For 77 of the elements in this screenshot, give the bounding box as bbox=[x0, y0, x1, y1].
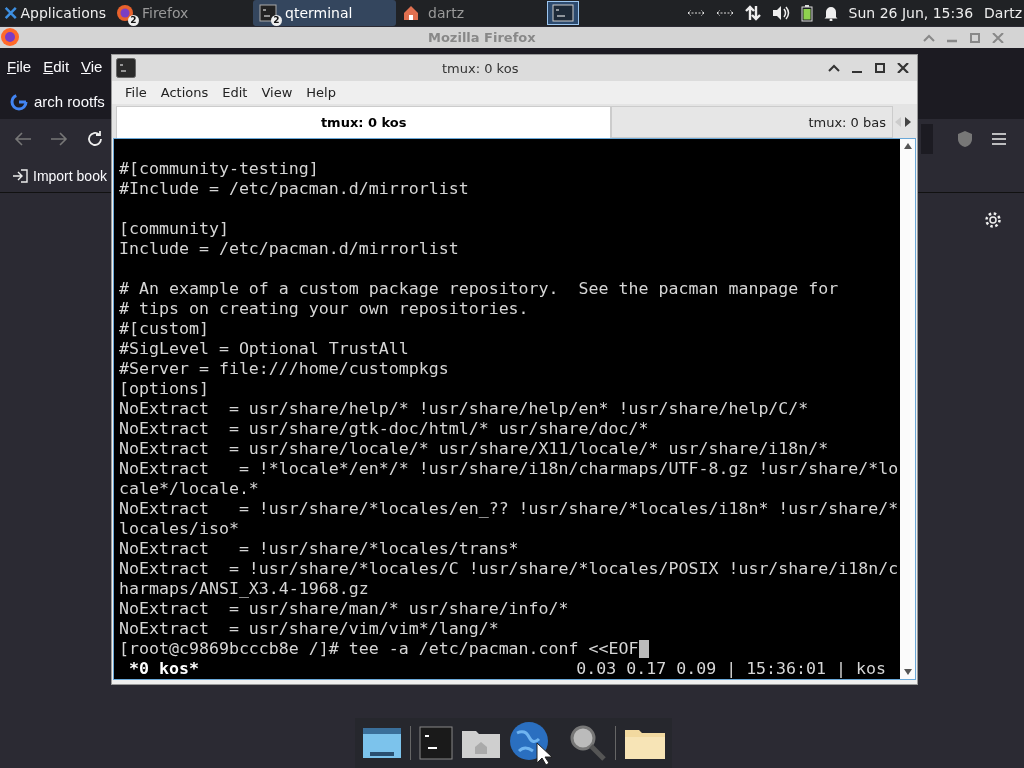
terminal-line: [options] bbox=[119, 379, 210, 399]
transfer-arrows-icon[interactable] bbox=[744, 5, 761, 21]
shade-icon[interactable] bbox=[828, 63, 840, 73]
terminal-line: NoExtract = !*locale*/en*/* !usr/share/i18n/charmaps/UTF-8.gz !usr/share/*lo bbox=[119, 459, 900, 479]
tmux-window-status: *0 kos* bbox=[128, 659, 199, 679]
terminal-line: #[community-testing] bbox=[119, 159, 320, 179]
terminal-line: NoExtract = usr/share/vim/vim*/lang/* bbox=[119, 619, 500, 639]
menu-item[interactable]: File bbox=[125, 85, 147, 100]
terminal-tab[interactable]: tmux: 0 bas bbox=[611, 106, 893, 138]
reload-icon[interactable] bbox=[86, 130, 104, 148]
terminal-line: cale*/locale.* bbox=[119, 479, 260, 499]
window-icon[interactable] bbox=[361, 726, 402, 760]
command-prompt: [root@c9869bcccb8e /]# tee -a /etc/pacman.conf <<EOF bbox=[119, 639, 639, 659]
window-title: Mozilla Firefox bbox=[428, 30, 536, 45]
maximize-icon[interactable] bbox=[874, 63, 886, 73]
terminal-icon bbox=[259, 4, 277, 22]
settings-icon[interactable] bbox=[984, 211, 1002, 229]
menu-item[interactable]: Actions bbox=[160, 85, 209, 100]
back-icon[interactable] bbox=[14, 131, 32, 147]
shield-icon[interactable] bbox=[957, 130, 973, 148]
browser-logo-icon bbox=[116, 4, 134, 22]
count-badge: 2 bbox=[271, 15, 282, 26]
terminal-icon bbox=[116, 58, 136, 78]
menu-item[interactable]: File bbox=[7, 57, 32, 75]
network-icon[interactable] bbox=[686, 7, 705, 19]
terminal-line: # An example of a custom package repository. See the pacman manpage for bbox=[119, 279, 840, 299]
terminal-line: NoExtract = usr/share/gtk-doc/html/* usr/share/doc/* bbox=[119, 419, 650, 439]
terminal-line: NoExtract = !usr/share/*locales/C !usr/share/*locales/POSIX !usr/share/i18n/c bbox=[119, 559, 900, 579]
terminal-line: # tips on creating your own repositories. bbox=[119, 299, 530, 319]
terminal-line: NoExtract = usr/share/locale/* usr/share/X11/locale/* usr/share/i18n/* bbox=[119, 439, 830, 459]
google-g-icon bbox=[10, 92, 28, 111]
volume-icon[interactable] bbox=[771, 5, 790, 21]
terminal-line: NoExtract = !usr/share/*locales/trans* bbox=[119, 539, 520, 559]
terminal-line: [community] bbox=[119, 219, 230, 239]
taskbar-button[interactable]: dartz bbox=[396, 0, 539, 26]
network-icon[interactable] bbox=[715, 7, 734, 19]
applications-menu[interactable]: Applications bbox=[0, 5, 110, 21]
close-icon[interactable] bbox=[897, 63, 909, 73]
notification-bell-icon[interactable] bbox=[823, 5, 838, 21]
browser-tab[interactable]: arch rootfs bbox=[10, 92, 105, 111]
menu-item[interactable]: Help bbox=[306, 85, 336, 100]
terminal-line: #Server = file:///home/custompkgs bbox=[119, 359, 450, 379]
magnifier-icon[interactable] bbox=[568, 724, 607, 762]
import-icon bbox=[12, 168, 28, 183]
forward-icon[interactable] bbox=[50, 131, 68, 147]
terminal-line: harmaps/ANSI_X3.4-1968.gz bbox=[119, 579, 370, 599]
x-logo-icon bbox=[4, 5, 18, 21]
user-name[interactable]: Dartz bbox=[984, 5, 1022, 21]
terminal-line: Include = /etc/pacman.d/mirrorlist bbox=[119, 239, 460, 259]
workspace-button[interactable] bbox=[547, 1, 579, 25]
tmux-status-info: 0.03 0.17 0.09 | 15:36:01 | kos bbox=[576, 659, 886, 679]
menu-item[interactable]: Vie bbox=[81, 57, 103, 75]
bookmark-item[interactable]: Import book bbox=[10, 167, 109, 184]
text-cursor bbox=[638, 640, 649, 658]
terminal-line: #SigLevel = Optional TrustAll bbox=[119, 339, 410, 359]
taskbar-button[interactable]: 2 qterminal bbox=[253, 0, 396, 26]
terminal-tab[interactable]: tmux: 0 kos bbox=[116, 106, 612, 138]
terminal-line: #[custom] bbox=[119, 319, 210, 339]
scroll-right-icon[interactable] bbox=[905, 117, 911, 127]
battery-icon[interactable] bbox=[800, 4, 813, 22]
scroll-bar[interactable] bbox=[900, 139, 915, 679]
taskbar-button[interactable]: 2 Firefox bbox=[110, 0, 253, 26]
menu-icon[interactable] bbox=[991, 132, 1007, 146]
menu-item[interactable]: Edit bbox=[222, 85, 248, 100]
home-icon bbox=[402, 4, 420, 22]
menu-item[interactable]: View bbox=[261, 85, 293, 100]
terminal-line: NoExtract = usr/share/help/* !usr/share/help/en* !usr/share/help/C/* bbox=[119, 399, 810, 419]
window-title: tmux: 0 kos bbox=[442, 60, 519, 76]
browser-logo-icon bbox=[0, 27, 20, 47]
terminal-icon[interactable] bbox=[418, 726, 453, 760]
menu-item[interactable]: Edit bbox=[43, 57, 70, 75]
terminal-line: NoExtract = !usr/share/*locales/en_?? !usr/share/*locales/i18n* !usr/share/* bbox=[119, 499, 900, 519]
terminal-line: NoExtract = usr/share/man/* usr/share/info/* bbox=[119, 599, 570, 619]
clock[interactable]: Sun 26 Jun, 15:36 bbox=[848, 5, 974, 21]
terminal-line: locales/iso* bbox=[119, 519, 240, 539]
count-badge: 2 bbox=[128, 15, 139, 26]
terminal-line: #Include = /etc/pacman.d/mirrorlist bbox=[119, 179, 470, 199]
